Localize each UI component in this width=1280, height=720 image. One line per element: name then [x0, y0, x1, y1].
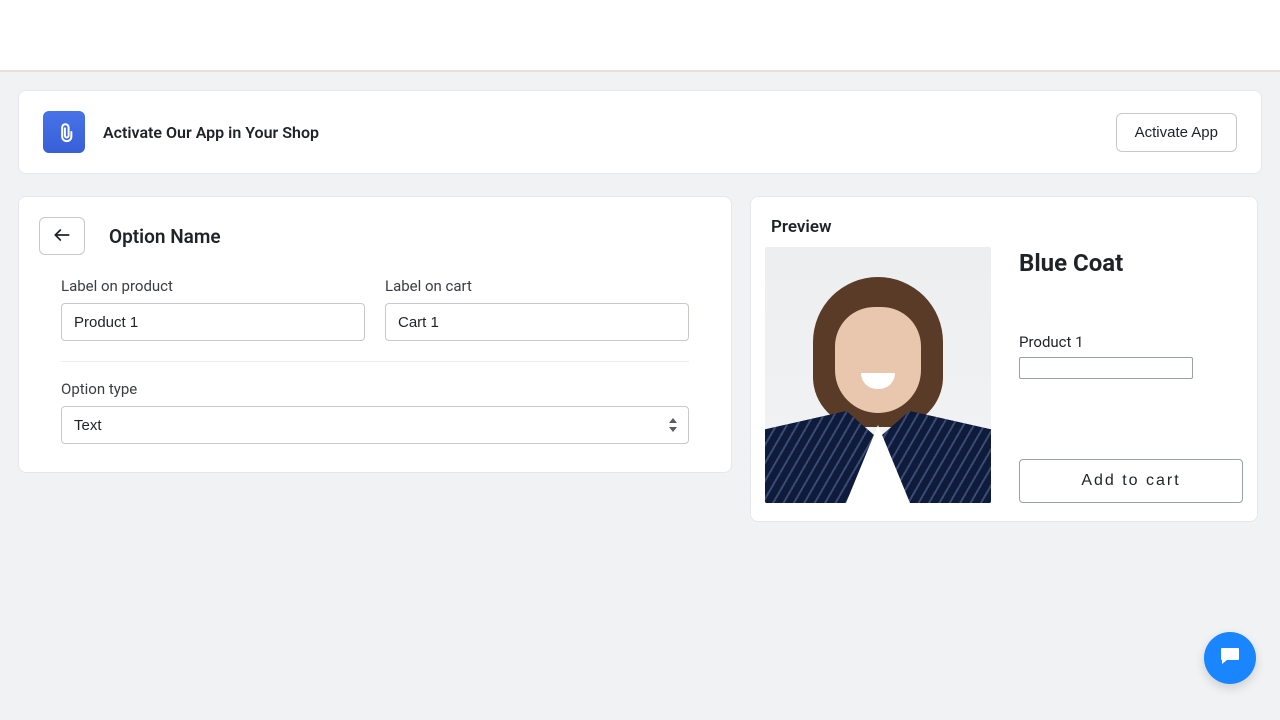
label-row: Label on product Label on cart — [61, 277, 689, 341]
preview-image-face — [835, 307, 921, 413]
preview-product-title: Blue Coat — [1019, 249, 1243, 277]
back-button[interactable] — [39, 217, 85, 255]
preview-card: Preview Blue Coat Product 1 Add to cart — [750, 196, 1258, 522]
preview-row: Blue Coat Product 1 Add to cart — [765, 247, 1243, 503]
preview-option-input[interactable] — [1019, 357, 1193, 379]
editor-body: Label on product Label on cart Option ty… — [39, 277, 711, 444]
content-columns: Option Name Label on product Label on ca… — [18, 196, 1262, 522]
editor-title: Option Name — [109, 225, 221, 248]
add-to-cart-button[interactable]: Add to cart — [1019, 459, 1243, 503]
activation-banner-title: Activate Our App in Your Shop — [103, 123, 319, 142]
arrow-left-icon — [52, 225, 72, 248]
preview-option-label: Product 1 — [1019, 333, 1243, 351]
editor-header: Option Name — [39, 217, 711, 255]
preview-heading: Preview — [771, 217, 1243, 237]
field-label-on-cart: Label on cart — [385, 277, 689, 341]
top-spacer — [0, 0, 1280, 72]
option-type-select-wrap: Text — [61, 406, 689, 444]
chat-fab-button[interactable] — [1204, 632, 1256, 684]
label-on-cart-input[interactable] — [385, 303, 689, 341]
activate-app-button[interactable]: Activate App — [1116, 113, 1237, 152]
page-body: Activate Our App in Your Shop Activate A… — [0, 72, 1280, 720]
label-on-product-caption: Label on product — [61, 277, 365, 295]
preview-side: Blue Coat Product 1 Add to cart — [1019, 247, 1243, 503]
label-on-product-input[interactable] — [61, 303, 365, 341]
activation-banner-left: Activate Our App in Your Shop — [43, 111, 319, 153]
preview-product-image — [765, 247, 991, 503]
option-type-caption: Option type — [61, 380, 689, 398]
field-option-type: Option type Text — [61, 380, 689, 444]
option-editor-card: Option Name Label on product Label on ca… — [18, 196, 732, 473]
app-logo-icon — [43, 111, 85, 153]
chat-bubble-icon — [1218, 644, 1242, 672]
preview-spacer — [1019, 379, 1243, 437]
option-type-select[interactable]: Text — [61, 406, 689, 444]
label-on-cart-caption: Label on cart — [385, 277, 689, 295]
activation-banner: Activate Our App in Your Shop Activate A… — [18, 90, 1262, 174]
field-label-on-product: Label on product — [61, 277, 365, 341]
divider — [61, 361, 689, 362]
